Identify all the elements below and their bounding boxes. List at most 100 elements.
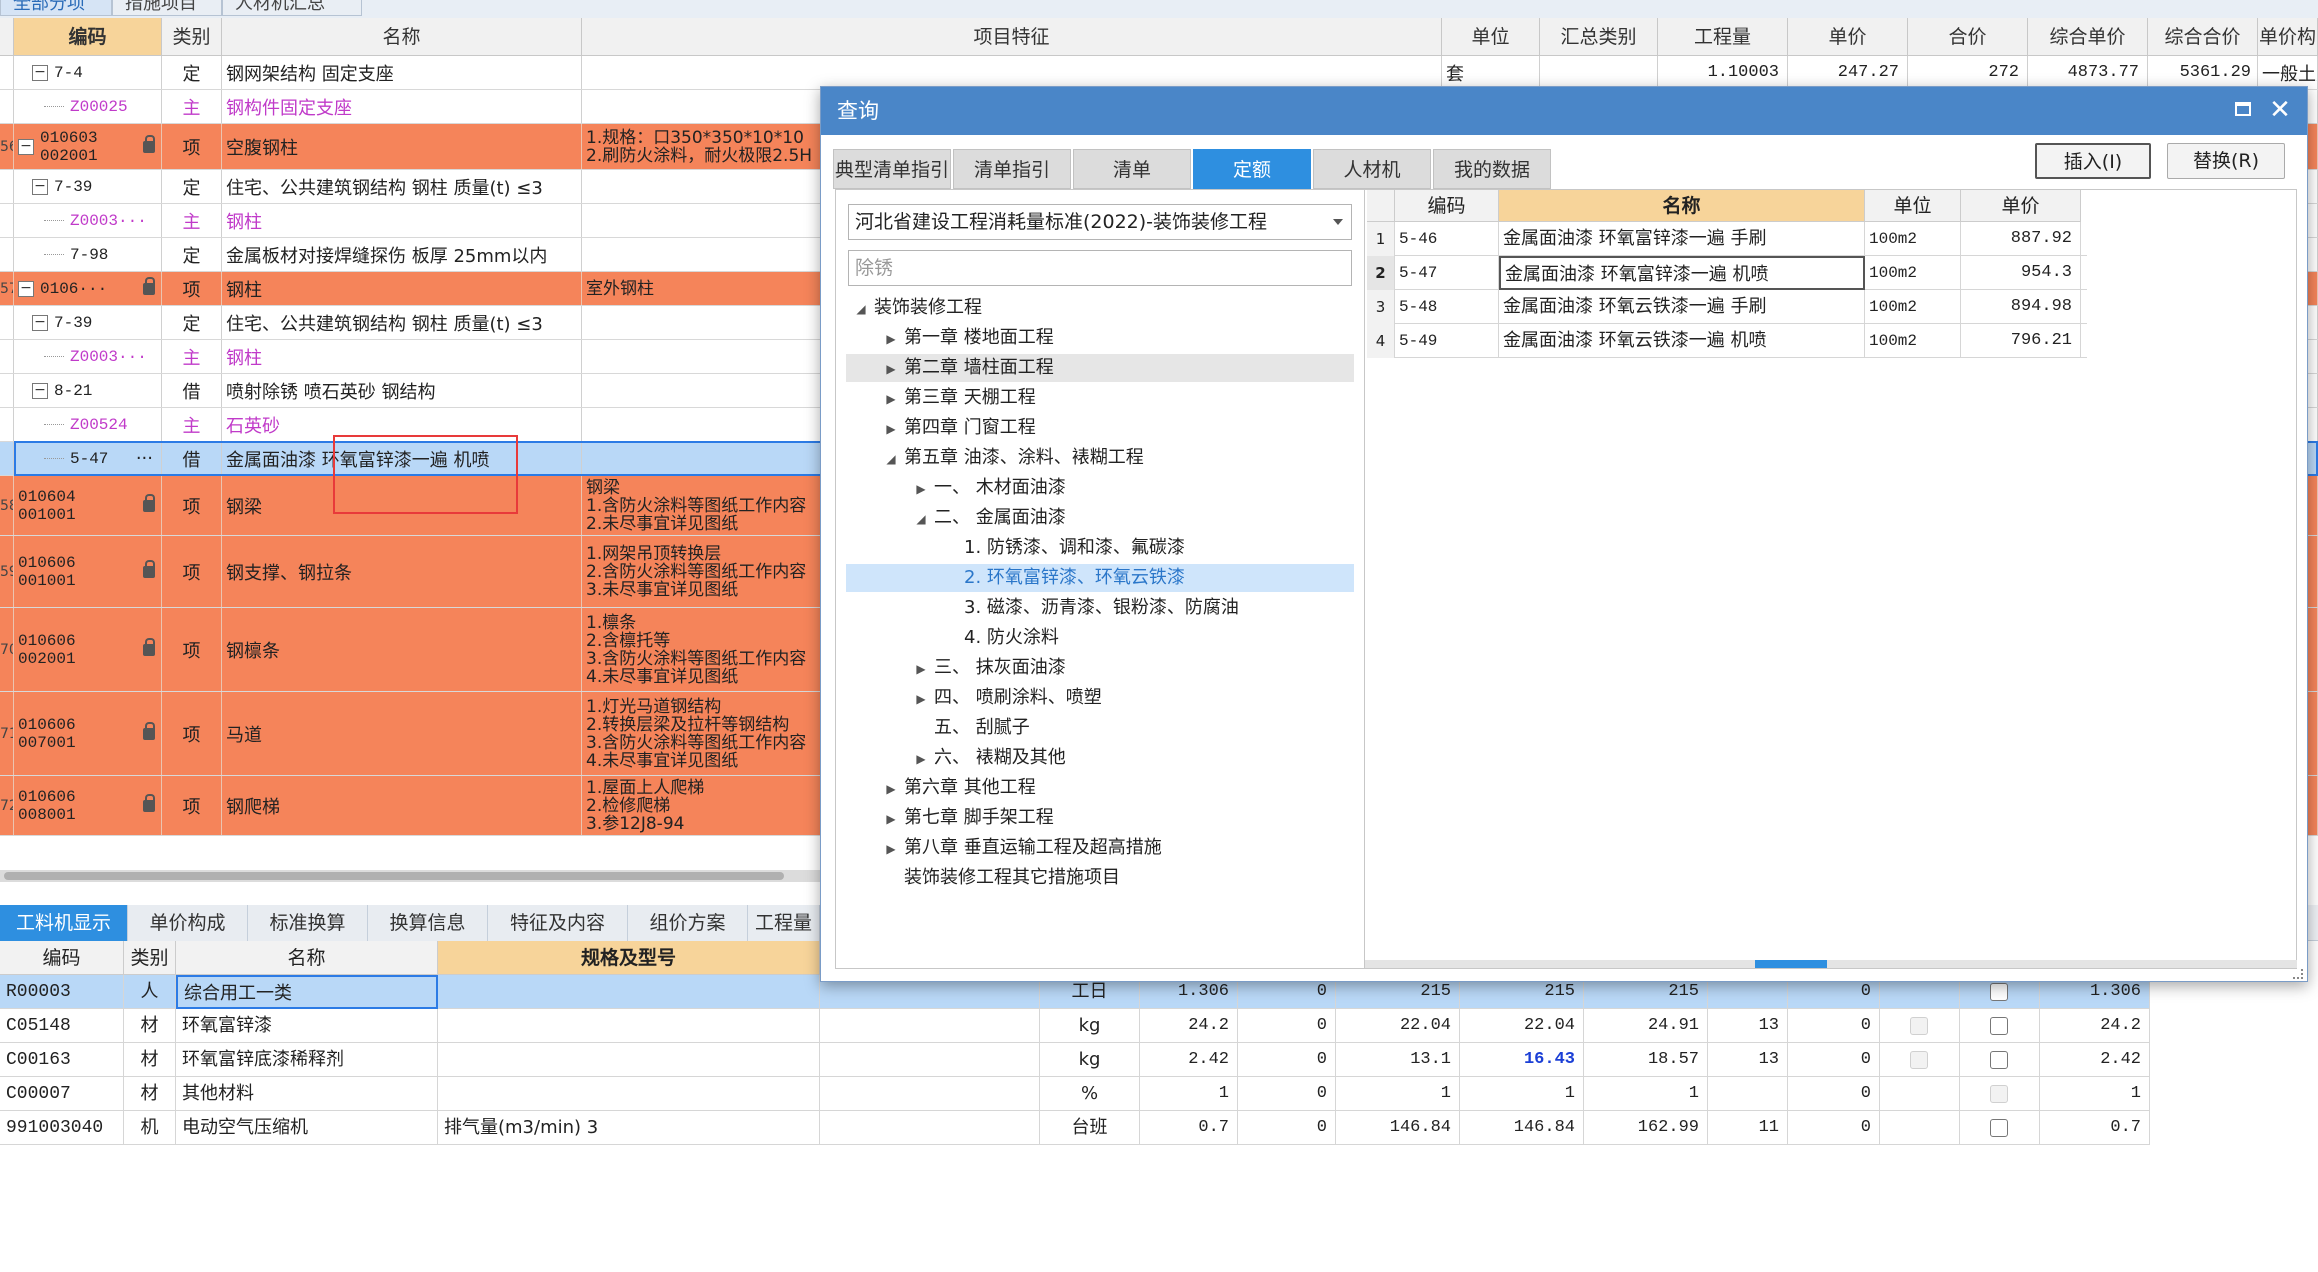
tree-node[interactable]: 3. 磁漆、沥青漆、银粉漆、防腐油 [846, 594, 1354, 622]
tab-all-items[interactable]: 全部分项 [0, 0, 112, 16]
library-select[interactable]: 河北省建设工程消耗量标准(2022)-装饰装修工程 [848, 204, 1352, 240]
result-scrollbar[interactable] [1365, 960, 2297, 968]
summary-type-cell[interactable] [1540, 56, 1658, 89]
expand-arrow-icon[interactable]: ▶ [884, 355, 898, 383]
expand-arrow-icon[interactable]: ▶ [884, 325, 898, 353]
spec-cell[interactable]: 排气量(m3/min) 3 [438, 1111, 820, 1145]
name-cell[interactable]: 马道 [222, 692, 582, 775]
header-unit-price[interactable]: 单价 [1788, 18, 1908, 56]
tree-node[interactable]: ▶ 第六章 其他工程 [846, 774, 1354, 802]
more-button[interactable]: ··· [136, 448, 153, 469]
header-feature[interactable]: 项目特征 [582, 18, 1442, 56]
code-cell[interactable]: −010603 002001 [14, 124, 162, 169]
tab-quantity[interactable]: 工程量 [748, 905, 820, 941]
header-code[interactable]: 编码 [14, 18, 162, 56]
tab-pricing-scheme[interactable]: 组价方案 [628, 905, 748, 941]
bheader-type[interactable]: 类别 [124, 941, 176, 975]
supply-checkbox[interactable] [1990, 1085, 2008, 1103]
code-cell[interactable]: −7-39 [14, 170, 162, 203]
name-cell[interactable]: 住宅、公共建筑钢结构 钢柱 质量(t) ≤3 [222, 170, 582, 203]
expand-arrow-icon[interactable]: ▶ [884, 775, 898, 803]
name-cell[interactable]: 钢檩条 [222, 608, 582, 691]
replace-button[interactable]: 替换(R) [2167, 143, 2285, 179]
tree-node[interactable]: 装饰装修工程其它措施项目 [846, 864, 1354, 892]
bheader-code[interactable]: 编码 [0, 941, 124, 975]
header-name[interactable]: 名称 [222, 18, 582, 56]
quota-code-cell[interactable]: 5-46 [1395, 222, 1499, 256]
list-item[interactable]: C05148 材环氧富锌漆 kg 24.2 0 22.04 22.04 24.91 13 0 24.… [0, 1009, 2150, 1043]
list-item[interactable]: C00163 材环氧富锌底漆稀释剂 kg 2.42 0 13.1 16.43 18.57 13 0… [0, 1043, 2150, 1077]
code-cell[interactable]: Z0003··· [14, 340, 162, 373]
tree-node[interactable]: ▶ 一、 木材面油漆 [846, 474, 1354, 502]
tab-measures[interactable]: 措施项目 [112, 0, 222, 16]
resize-grip-icon[interactable] [2293, 969, 2303, 979]
code-cell[interactable]: 5-47 ··· [14, 442, 162, 475]
lock-price-checkbox[interactable] [1910, 1051, 1928, 1069]
market-price-cell[interactable]: 1 [1460, 1077, 1584, 1111]
spec-cell[interactable] [438, 1009, 820, 1043]
quota-unit-cell[interactable]: 100m2 [1865, 290, 1961, 324]
tree-node[interactable]: 1. 防锈漆、调和漆、氟碳漆 [846, 534, 1354, 562]
supply-checkbox[interactable] [1990, 1051, 2008, 1069]
name-cell[interactable]: 环氧富锌底漆稀释剂 [176, 1043, 438, 1077]
name-cell[interactable]: 喷射除锈 喷石英砂 钢结构 [222, 374, 582, 407]
list-item[interactable]: C00007 材其他材料% 1 0 1 1 1 0 1 [0, 1077, 2150, 1111]
code-cell[interactable]: R00003 [0, 975, 124, 1009]
market-price-cell[interactable]: 146.84 [1460, 1111, 1584, 1145]
market-price-cell[interactable]: 22.04 [1460, 1009, 1584, 1043]
quota-unit-cell[interactable]: 100m2 [1865, 324, 1961, 358]
tree-node[interactable]: ▶ 第七章 脚手架工程 [846, 804, 1354, 832]
code-cell[interactable]: 010606 007001 [14, 692, 162, 775]
quota-name-cell[interactable]: 金属面油漆 环氧富锌漆一遍 机喷 [1499, 256, 1865, 290]
unit-cell[interactable]: 套 [1442, 56, 1540, 89]
name-cell[interactable]: 钢柱 [222, 204, 582, 237]
quota-code-cell[interactable]: 5-47 [1395, 256, 1499, 290]
code-cell[interactable]: 010606 008001 [14, 776, 162, 835]
header-price-structure[interactable]: 单价构 [2258, 18, 2318, 56]
code-cell[interactable]: 010606 001001 [14, 536, 162, 607]
collapse-arrow-icon[interactable]: ◢ [914, 505, 928, 533]
collapse-arrow-icon[interactable]: ◢ [854, 295, 868, 323]
code-cell[interactable]: C00007 [0, 1077, 124, 1111]
tree-node[interactable]: 五、 刮腻子 [846, 714, 1354, 742]
name-cell[interactable]: 电动空气压缩机 [176, 1111, 438, 1145]
bheader-spec[interactable]: 规格及型号 [438, 941, 820, 975]
collapse-toggle-icon[interactable]: − [32, 314, 48, 331]
consumption-cell[interactable]: 24.2 [1140, 1009, 1238, 1043]
price-structure-cell[interactable]: 一般土建 [2258, 56, 2318, 89]
name-cell[interactable]: 其他材料 [176, 1077, 438, 1111]
collapse-toggle-icon[interactable]: − [32, 178, 48, 195]
tab-list-guide[interactable]: 清单指引 [953, 149, 1071, 189]
tree-node[interactable]: ◢ 第五章 油漆、涂料、裱糊工程 [846, 444, 1354, 472]
expand-arrow-icon[interactable]: ▶ [884, 835, 898, 863]
code-cell[interactable]: −0106··· [14, 272, 162, 305]
tree-node[interactable]: ▶ 第三章 天棚工程 [846, 384, 1354, 412]
name-cell[interactable]: 钢支撑、钢拉条 [222, 536, 582, 607]
tab-features-content[interactable]: 特征及内容 [488, 905, 628, 941]
tab-typical-list-guide[interactable]: 典型清单指引 [833, 149, 951, 189]
expand-arrow-icon[interactable]: ▶ [914, 655, 928, 683]
tab-conversion-info[interactable]: 换算信息 [368, 905, 488, 941]
expand-arrow-icon[interactable]: ▶ [884, 385, 898, 413]
code-cell[interactable]: C00163 [0, 1043, 124, 1077]
feature-cell[interactable] [582, 56, 1442, 89]
expand-arrow-icon[interactable]: ▶ [914, 475, 928, 503]
header-unit[interactable]: 单位 [1442, 18, 1540, 56]
name-cell[interactable]: 综合用工一类 [176, 975, 438, 1009]
horizontal-scrollbar[interactable] [0, 870, 820, 882]
quota-name-cell[interactable]: 金属面油漆 环氧云铁漆一遍 机喷 [1499, 324, 1865, 358]
quota-unit-cell[interactable]: 100m2 [1865, 222, 1961, 256]
name-cell[interactable]: 环氧富锌漆 [176, 1009, 438, 1043]
quota-price-cell[interactable]: 887.92 [1961, 222, 2081, 256]
collapse-arrow-icon[interactable]: ◢ [884, 445, 898, 473]
code-cell[interactable]: Z00524 [14, 408, 162, 441]
tab-quota[interactable]: 定额 [1193, 149, 1311, 189]
insert-button[interactable]: 插入(I) [2035, 143, 2151, 179]
tab-list[interactable]: 清单 [1073, 149, 1191, 189]
supply-checkbox[interactable] [1990, 1119, 2008, 1137]
code-cell[interactable]: C05148 [0, 1009, 124, 1043]
quota-code-cell[interactable]: 5-48 [1395, 290, 1499, 324]
quota-price-cell[interactable]: 894.98 [1961, 290, 2081, 324]
maximize-icon[interactable] [2235, 102, 2251, 116]
name-cell[interactable]: 金属板材对接焊缝探伤 板厚 25mm以内 [222, 238, 582, 271]
